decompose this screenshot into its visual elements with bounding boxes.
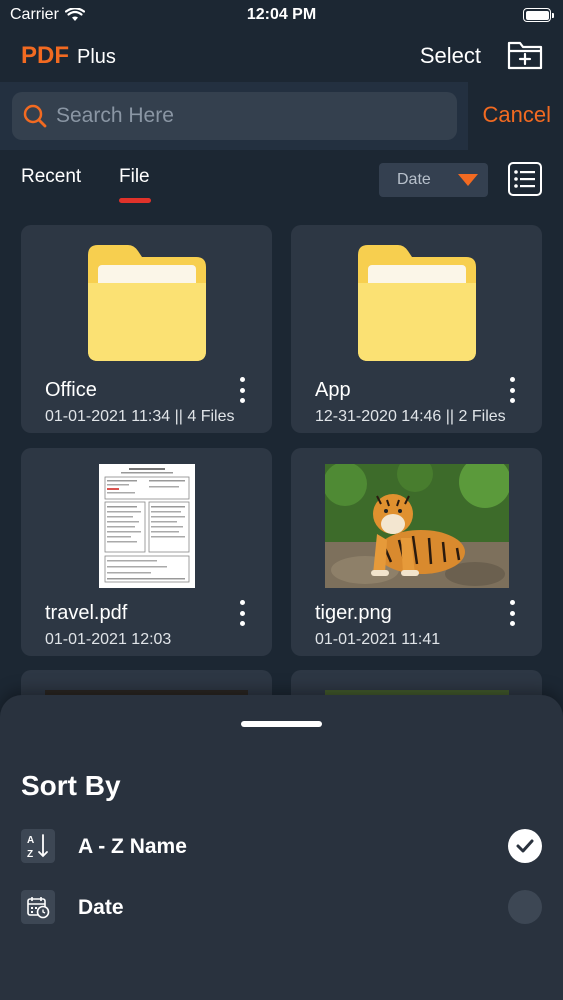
- sort-option-name[interactable]: A Z A - Z Name: [21, 827, 542, 867]
- folder-icon: [87, 245, 206, 361]
- logo-plus: Plus: [77, 46, 116, 68]
- pdf-thumbnail: [21, 464, 272, 594]
- battery-icon: [523, 8, 554, 22]
- new-folder-button[interactable]: [507, 36, 543, 72]
- file-card-office[interactable]: Office 01-01-2021 11:34 || 4 Files: [21, 225, 272, 433]
- file-name: travel.pdf: [45, 602, 128, 624]
- file-card-tiger-png[interactable]: tiger.png 01-01-2021 11:41: [291, 448, 542, 656]
- checkmark-icon: [516, 839, 534, 853]
- file-meta: 01-01-2021 11:34 || 4 Files: [45, 408, 235, 425]
- more-options-icon[interactable]: [236, 600, 248, 626]
- sort-option-date[interactable]: Date: [21, 888, 542, 928]
- folder-thumbnail: [291, 239, 542, 369]
- tab-recent[interactable]: Recent: [21, 166, 81, 188]
- sort-bottom-sheet: Sort By A Z A - Z Name Date: [0, 695, 563, 1000]
- sort-option-label: A - Z Name: [78, 835, 187, 858]
- dropdown-arrow-icon: [458, 174, 478, 186]
- file-meta: 01-01-2021 11:41: [315, 631, 441, 648]
- image-thumbnail: [291, 464, 542, 594]
- search-bar-area: [0, 82, 468, 150]
- file-name: Office: [45, 379, 97, 401]
- active-tab-indicator: [119, 198, 151, 203]
- file-name: tiger.png: [315, 602, 392, 624]
- app-logo: PDF Plus: [21, 42, 116, 70]
- sort-dropdown[interactable]: Date: [379, 163, 488, 197]
- more-options-icon[interactable]: [506, 600, 518, 626]
- pdf-document-icon: [98, 464, 195, 588]
- folder-plus-icon: [507, 41, 543, 70]
- tab-bar: Recent File Date: [0, 160, 563, 210]
- tiger-image: [324, 464, 509, 588]
- list-view-button[interactable]: [508, 162, 542, 196]
- tab-file[interactable]: File: [119, 166, 150, 188]
- cancel-button[interactable]: Cancel: [483, 102, 551, 128]
- select-button[interactable]: Select: [420, 43, 481, 69]
- list-view-icon: [514, 170, 535, 188]
- sort-az-icon: A Z: [21, 829, 55, 863]
- status-time: 12:04 PM: [246, 6, 317, 23]
- folder-icon: [357, 245, 476, 361]
- logo-pdf: PDF: [21, 42, 69, 69]
- sort-option-label: Date: [78, 896, 124, 919]
- file-card-travel-pdf[interactable]: travel.pdf 01-01-2021 12:03: [21, 448, 272, 656]
- calendar-clock-icon: [21, 890, 55, 924]
- sort-dropdown-value: Date: [397, 171, 431, 188]
- folder-thumbnail: [21, 239, 272, 369]
- more-options-icon[interactable]: [506, 377, 518, 403]
- file-card-app[interactable]: App 12-31-2020 14:46 || 2 Files: [291, 225, 542, 433]
- file-name: App: [315, 379, 351, 401]
- sort-sheet-title: Sort By: [21, 770, 121, 801]
- app-header: PDF Plus Select: [0, 30, 563, 82]
- sheet-drag-handle[interactable]: [241, 721, 322, 727]
- status-bar: Carrier 12:04 PM: [0, 0, 563, 30]
- radio-selected[interactable]: [508, 829, 542, 863]
- search-input[interactable]: [56, 104, 436, 128]
- radio-unselected[interactable]: [508, 890, 542, 924]
- search-box[interactable]: [12, 92, 457, 140]
- file-meta: 12-31-2020 14:46 || 2 Files: [315, 408, 506, 425]
- svg-text:A: A: [27, 835, 34, 846]
- file-meta: 01-01-2021 12:03: [45, 631, 172, 648]
- svg-text:Z: Z: [27, 849, 33, 859]
- search-icon: [23, 104, 47, 128]
- more-options-icon[interactable]: [236, 377, 248, 403]
